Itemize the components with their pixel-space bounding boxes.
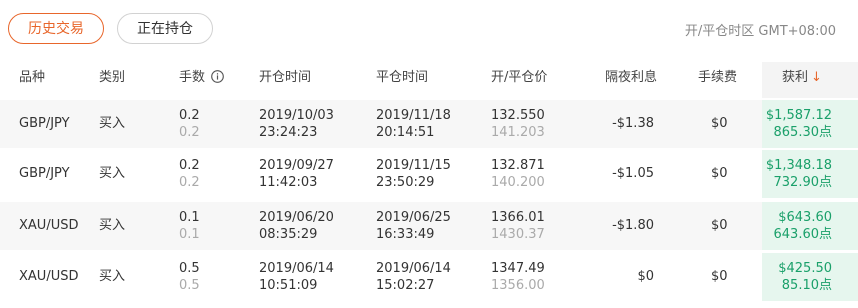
fee-cell: $0: [711, 116, 728, 131]
tab-open-positions[interactable]: 正在持仓: [117, 13, 213, 44]
swap-cell: -$1.38: [612, 116, 654, 131]
lots-cell: 0.1: [179, 210, 200, 225]
symbol-cell: XAU/USD: [19, 218, 79, 233]
type-cell: 买入: [99, 269, 126, 284]
close-date-cell: 2019/11/15: [376, 158, 451, 173]
lots-closed-cell: 0.2: [179, 175, 200, 190]
fee-cell: $0: [711, 166, 728, 181]
profit-amount: $425.50: [778, 261, 832, 276]
header-price: 开/平仓价: [491, 70, 548, 85]
open-clock-cell: 10:51:09: [259, 278, 318, 293]
tab-history[interactable]: 历史交易: [8, 13, 104, 44]
swap-cell: -$1.80: [612, 218, 654, 233]
open-clock-cell: 23:24:23: [259, 125, 318, 140]
fee-cell: $0: [711, 218, 728, 233]
lots-closed-cell: 0.2: [179, 125, 200, 140]
open-date-cell: 2019/06/14: [259, 261, 334, 276]
profit-amount: $1,348.18: [765, 158, 832, 173]
header-swap: 隔夜利息: [605, 70, 658, 85]
close-clock-cell: 23:50:29: [376, 175, 435, 190]
open-price-cell: 1366.01: [491, 210, 545, 225]
symbol-cell: XAU/USD: [19, 269, 79, 284]
table-row: GBP/JPY 买入 0.2 0.2 2019/10/03 23:24:23 2019/11…: [0, 100, 858, 148]
table-row: XAU/USD 买入 0.5 0.5 2019/06/14 10:51:09 2019/06…: [0, 253, 858, 301]
close-clock-cell: 20:14:51: [376, 125, 435, 140]
close-date-cell: 2019/06/14: [376, 261, 451, 276]
lots-cell: 0.2: [179, 158, 200, 173]
lots-closed-cell: 0.1: [179, 227, 200, 242]
open-clock-cell: 11:42:03: [259, 175, 318, 190]
lots-cell: 0.2: [179, 108, 200, 123]
swap-cell: $0: [637, 269, 654, 284]
header-fee: 手续费: [698, 70, 738, 85]
header-lots-label: 手数: [179, 70, 206, 85]
swap-cell: -$1.05: [612, 166, 654, 181]
profit-cell: $643.60 643.60点: [762, 202, 858, 250]
profit-points: 732.90点: [773, 175, 833, 190]
timezone-label: 开/平仓时区 GMT+08:00: [684, 24, 836, 39]
open-price-cell: 132.550: [491, 108, 545, 123]
header-symbol: 品种: [19, 70, 46, 85]
type-cell: 买入: [99, 116, 126, 131]
open-clock-cell: 08:35:29: [259, 227, 318, 242]
close-date-cell: 2019/11/18: [376, 108, 451, 123]
open-date-cell: 2019/06/20: [259, 210, 334, 225]
type-cell: 买入: [99, 218, 126, 233]
type-cell: 买入: [99, 166, 126, 181]
sort-down-arrow-icon[interactable]: ↓: [811, 70, 822, 85]
header-profit[interactable]: 获利 ↓: [782, 62, 822, 98]
close-price-cell: 1430.37: [491, 227, 545, 242]
symbol-cell: GBP/JPY: [19, 116, 70, 131]
header-profit-label: 获利: [782, 70, 809, 85]
profit-points: 85.10点: [781, 278, 832, 293]
profit-points: 865.30点: [773, 125, 833, 140]
symbol-cell: GBP/JPY: [19, 166, 70, 181]
profit-cell: $425.50 85.10点: [762, 253, 858, 301]
header-open-time: 开仓时间: [259, 70, 312, 85]
fee-cell: $0: [711, 269, 728, 284]
profit-amount: $643.60: [778, 210, 832, 225]
open-price-cell: 132.871: [491, 158, 545, 173]
lots-cell: 0.5: [179, 261, 200, 276]
close-clock-cell: 15:02:27: [376, 278, 435, 293]
header-lots: 手数: [179, 62, 225, 98]
open-date-cell: 2019/09/27: [259, 158, 334, 173]
toolbar: 历史交易 正在持仓 开/平仓时区 GMT+08:00: [0, 0, 858, 62]
table-row: XAU/USD 买入 0.1 0.1 2019/06/20 08:35:29 2019/06…: [0, 202, 858, 250]
header-close-time: 平仓时间: [376, 70, 429, 85]
close-date-cell: 2019/06/25: [376, 210, 451, 225]
close-price-cell: 1356.00: [491, 278, 545, 293]
info-icon[interactable]: [211, 70, 225, 83]
close-price-cell: 141.203: [491, 125, 545, 140]
header-type: 类别: [99, 70, 126, 85]
close-price-cell: 140.200: [491, 175, 545, 190]
profit-amount: $1,587.12: [765, 108, 832, 123]
table-header: 品种 类别 手数 开仓时间 平仓时间 开/平仓价 隔夜利息 手续费 获利 ↓: [0, 62, 858, 98]
lots-closed-cell: 0.5: [179, 278, 200, 293]
close-clock-cell: 16:33:49: [376, 227, 435, 242]
profit-cell: $1,587.12 865.30点: [762, 100, 858, 148]
open-price-cell: 1347.49: [491, 261, 545, 276]
table-row: GBP/JPY 买入 0.2 0.2 2019/09/27 11:42:03 2019/11…: [0, 150, 858, 198]
profit-cell: $1,348.18 732.90点: [762, 150, 858, 198]
open-date-cell: 2019/10/03: [259, 108, 334, 123]
profit-points: 643.60点: [773, 227, 833, 242]
